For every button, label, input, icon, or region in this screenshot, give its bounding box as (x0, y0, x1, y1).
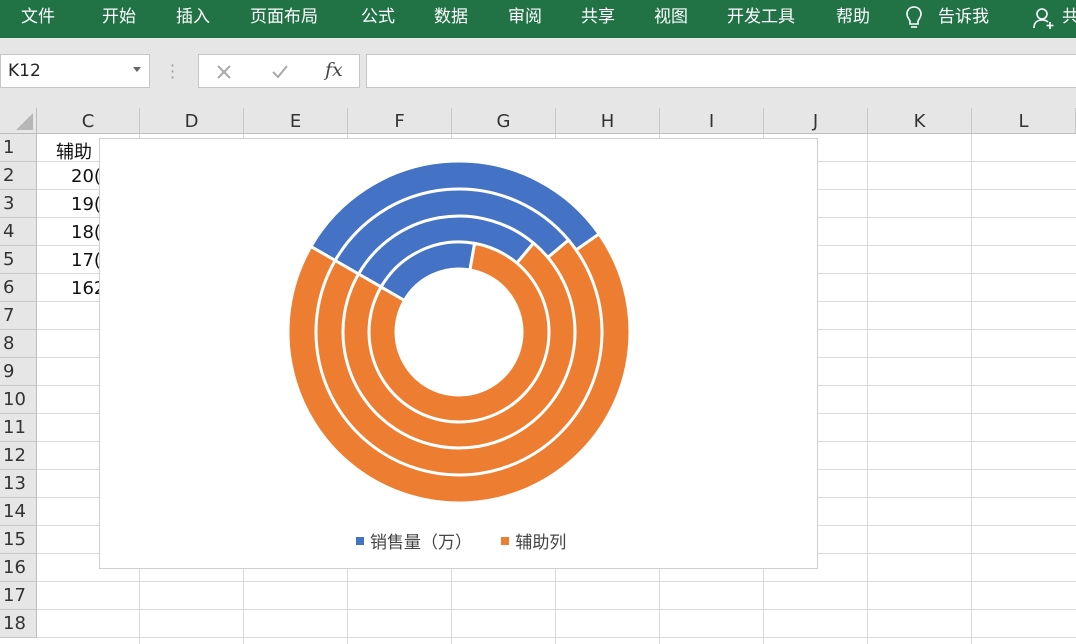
insert-function-icon[interactable]: fx (325, 59, 343, 81)
formula-input[interactable] (366, 54, 1076, 88)
row-header-15[interactable]: 15 (0, 526, 37, 554)
cell-c5[interactable]: 17( (71, 250, 101, 271)
tab-insert[interactable]: 插入 (176, 0, 210, 38)
legend-swatch-orange (501, 537, 510, 545)
name-box[interactable]: K12 (0, 54, 150, 88)
name-box-value: K12 (8, 61, 41, 81)
share-label[interactable]: 共 (1062, 0, 1076, 38)
cell-c3[interactable]: 19( (71, 194, 101, 215)
row-header-16[interactable]: 16 (0, 554, 37, 582)
legend-label-helper: 辅助列 (515, 533, 567, 553)
grid-line (867, 134, 868, 644)
legend-label-sales: 销售量（万） (370, 533, 472, 553)
tab-share[interactable]: 共享 (581, 0, 615, 38)
row-header-6[interactable]: 6 (0, 274, 37, 302)
person-add-icon[interactable] (1032, 6, 1056, 30)
row-header-2[interactable]: 2 (0, 162, 37, 190)
chevron-down-icon[interactable] (133, 67, 141, 72)
row-header-12[interactable]: 12 (0, 442, 37, 470)
row-header-4[interactable]: 4 (0, 218, 37, 246)
tab-help[interactable]: 帮助 (836, 0, 870, 38)
select-all-corner[interactable] (0, 108, 37, 134)
row-header-13[interactable]: 13 (0, 470, 37, 498)
row-header-18[interactable]: 18 (0, 610, 37, 638)
col-header-f[interactable]: F (348, 108, 452, 134)
chart-area[interactable] (99, 138, 818, 569)
col-header-c[interactable]: C (37, 108, 140, 134)
cell-c4[interactable]: 18( (71, 222, 101, 243)
row-header-3[interactable]: 3 (0, 190, 37, 218)
col-header-i[interactable]: I (660, 108, 764, 134)
tab-file[interactable]: 文件 (21, 0, 55, 38)
ribbon: 文件 开始 插入 页面布局 公式 数据 审阅 共享 视图 开发工具 帮助 告诉我… (0, 0, 1076, 38)
row-header-1[interactable]: 1 (0, 134, 37, 162)
tell-me-search[interactable]: 告诉我 (938, 0, 989, 38)
col-header-d[interactable]: D (140, 108, 244, 134)
row-header-8[interactable]: 8 (0, 330, 37, 358)
row-header-17[interactable]: 17 (0, 582, 37, 610)
tab-page-layout[interactable]: 页面布局 (250, 0, 318, 38)
doughnut-chart[interactable] (100, 139, 819, 519)
legend-item-sales[interactable]: 销售量（万） (356, 528, 472, 553)
tab-developer[interactable]: 开发工具 (727, 0, 795, 38)
row-header-9[interactable]: 9 (0, 358, 37, 386)
row-header-7[interactable]: 7 (0, 302, 37, 330)
select-all-icon (16, 113, 33, 130)
cancel-icon[interactable] (216, 64, 232, 80)
tab-view[interactable]: 视图 (654, 0, 688, 38)
toolbar-gap (0, 92, 1076, 108)
col-header-g[interactable]: G (452, 108, 556, 134)
tab-home[interactable]: 开始 (102, 0, 136, 38)
grid-line (971, 134, 972, 644)
row-header-5[interactable]: 5 (0, 246, 37, 274)
col-header-e[interactable]: E (244, 108, 348, 134)
cell-c1[interactable]: 辅助 (56, 138, 92, 164)
tab-formulas[interactable]: 公式 (361, 0, 395, 38)
col-header-k[interactable]: K (868, 108, 972, 134)
drag-handle-icon[interactable]: · · · (170, 58, 175, 86)
col-header-j[interactable]: J (764, 108, 868, 134)
formula-buttons: fx (198, 54, 360, 88)
tab-review[interactable]: 审阅 (508, 0, 542, 38)
row-header-10[interactable]: 10 (0, 386, 37, 414)
row-header-11[interactable]: 11 (0, 414, 37, 442)
cell-c2[interactable]: 20( (71, 166, 101, 187)
chart-legend[interactable]: 销售量（万） 辅助列 (356, 528, 590, 553)
legend-item-helper[interactable]: 辅助列 (501, 528, 566, 553)
legend-swatch-blue (356, 537, 364, 545)
enter-check-icon[interactable] (271, 64, 289, 80)
col-header-h[interactable]: H (556, 108, 660, 134)
tab-data[interactable]: 数据 (434, 0, 468, 38)
col-header-l[interactable]: L (972, 108, 1076, 134)
lightbulb-icon (906, 6, 922, 28)
row-header-14[interactable]: 14 (0, 498, 37, 526)
